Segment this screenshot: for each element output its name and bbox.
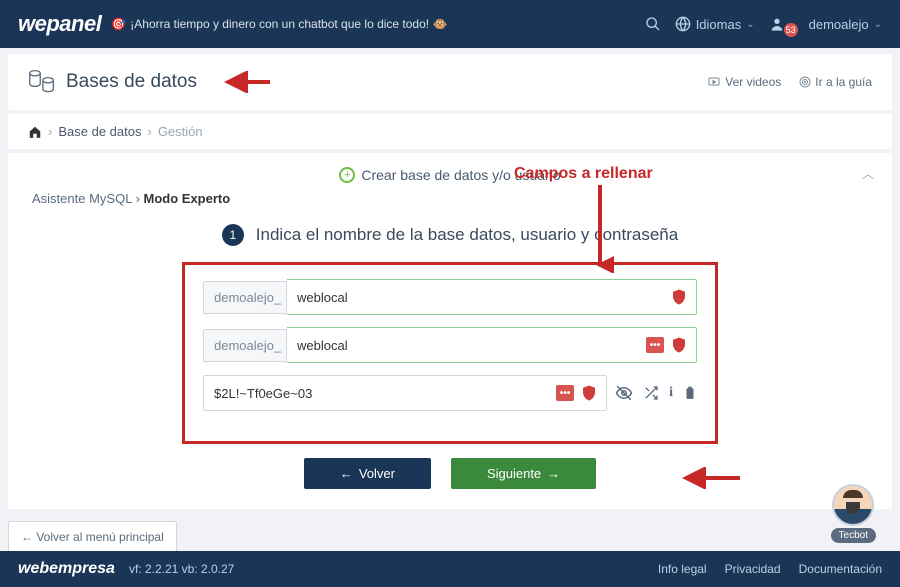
shuffle-icon[interactable] [643,385,659,401]
next-button[interactable]: Siguiente → [451,458,596,489]
db-name-row: demoalejo_ [203,279,697,315]
watch-videos-link[interactable]: Ver videos [707,75,781,89]
form-box: demoalejo_ demoalejo_ ••• ••• [182,262,718,444]
footer-version: vf: 2.2.21 vb: 2.0.27 [129,562,234,576]
step-text: Indica el nombre de la base datos, usuar… [256,225,678,245]
search-icon[interactable] [645,16,661,32]
clipboard-icon[interactable] [683,385,697,401]
db-user-row: demoalejo_ ••• [203,327,697,363]
info-icon[interactable]: i [669,385,673,401]
password-input-wrap: ••• [203,375,607,411]
annotation-arrow-down-icon [586,183,614,273]
footer-docs-link[interactable]: Documentación [799,562,882,576]
chatbot-avatar-icon [832,484,874,526]
step-heading: 1 Indica el nombre de la base datos, usu… [26,224,874,246]
page-title: Bases de datos [66,71,197,93]
footer-logo: webempresa [18,560,115,578]
user-menu[interactable]: 53 demoalejo ⌄ [769,16,882,32]
back-main-button[interactable]: ← Volver al menú principal [8,521,177,553]
shield-icon[interactable] [580,384,598,402]
language-label: Idiomas [696,17,742,32]
chevron-down-icon: ⌄ [874,19,882,30]
password-manager-icon[interactable]: ••• [556,385,574,401]
main-panel: + Crear base de datos y/o usuario ︿ Camp… [8,153,892,509]
user-prefix: demoalejo_ [203,329,287,362]
annotation-label: Campos a rellenar [514,165,653,183]
footer: webempresa vf: 2.2.21 vb: 2.0.27 Info le… [0,551,900,587]
db-name-input-wrap [287,279,697,315]
chatbot-label: Tecbot [831,528,876,543]
guide-link[interactable]: Ir a la guía [799,75,872,89]
annotation-arrow-icon [680,467,742,489]
annotation-arrow-icon [222,71,272,93]
plus-icon: + [339,167,355,183]
back-main-label: Volver al menú principal [36,530,163,544]
db-user-input[interactable] [287,338,646,353]
footer-privacy-link[interactable]: Privacidad [725,562,781,576]
sub-a: Asistente MySQL [32,191,136,206]
footer-legal-link[interactable]: Info legal [658,562,707,576]
chatbot-widget[interactable]: Tecbot [831,484,876,543]
collapse-icon[interactable]: ︿ [862,165,874,182]
breadcrumb-separator: › [48,124,52,139]
back-button[interactable]: ← Volver [304,458,431,489]
button-row: ← Volver Siguiente → [26,458,874,489]
password-manager-icon[interactable]: ••• [646,337,664,353]
db-prefix: demoalejo_ [203,281,287,314]
step-number: 1 [222,224,244,246]
mode-subheading: Asistente MySQL › Modo Experto [32,191,874,206]
back-main-row: ← Volver al menú principal [8,521,892,553]
language-menu[interactable]: Idiomas ⌄ [675,16,755,32]
promo-banner: 🎯 ¡Ahorra tiempo y dinero con un chatbot… [111,17,447,31]
db-user-input-wrap: ••• [287,327,697,363]
sub-b: Modo Experto [144,191,231,206]
breadcrumb-db[interactable]: Base de datos [58,124,141,139]
chevron-down-icon: ⌄ [746,19,754,30]
password-row: ••• i [203,375,697,411]
logo[interactable]: wepanel [18,11,101,37]
guide-label: Ir a la guía [815,75,872,89]
videos-label: Ver videos [725,75,781,89]
breadcrumb: › Base de datos › Gestión [8,114,892,149]
topbar: wepanel 🎯 ¡Ahorra tiempo y dinero con un… [0,0,900,48]
database-icon [28,68,56,96]
db-name-input[interactable] [287,290,670,305]
next-label: Siguiente [487,466,541,481]
notification-badge: 53 [784,23,798,37]
panel-heading: + Crear base de datos y/o usuario [26,167,874,183]
breadcrumb-current: Gestión [158,124,203,139]
shield-icon[interactable] [670,288,688,306]
user-name: demoalejo [809,17,869,32]
shield-icon[interactable] [670,336,688,354]
password-input[interactable] [204,386,556,401]
toggle-visibility-icon[interactable] [615,384,633,402]
back-label: Volver [359,466,395,481]
home-icon[interactable] [28,125,42,139]
breadcrumb-separator: › [147,124,151,139]
page-header: Bases de datos Ver videos Ir a la guía [8,54,892,110]
promo-text: ¡Ahorra tiempo y dinero con un chatbot q… [130,17,447,31]
